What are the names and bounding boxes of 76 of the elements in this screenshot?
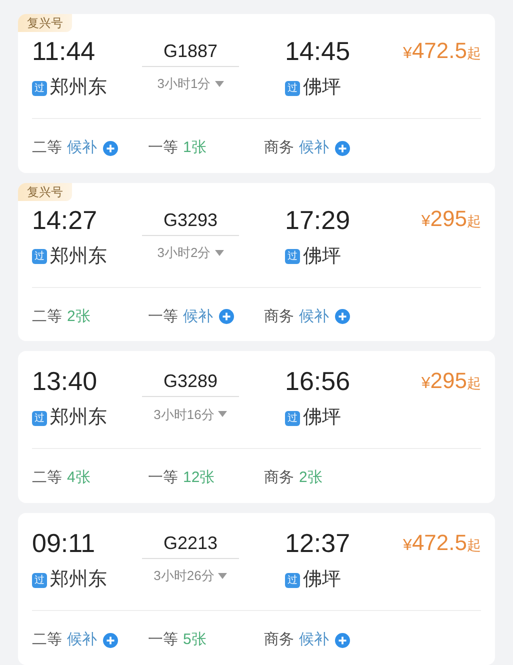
stop-tag: 过	[32, 249, 47, 264]
seat-class: 二等	[32, 468, 62, 488]
station-name: 郑州东	[50, 244, 107, 269]
seat-availability: 候补	[183, 306, 213, 327]
seat-availability: 候补	[67, 630, 97, 650]
seat-availability: 候补	[299, 306, 329, 327]
departure-time: 14:27	[32, 204, 98, 235]
arrival-time: 14:45	[285, 36, 350, 66]
train-number[interactable]: G3289	[142, 367, 239, 398]
train-number[interactable]: G3293	[142, 206, 239, 236]
station-name: 佛坪	[303, 244, 341, 269]
station-name: 佛坪	[303, 568, 341, 592]
trip-duration: 3小时26分	[154, 567, 214, 586]
seat-class: 一等	[148, 306, 178, 327]
seat-class: 二等	[32, 630, 62, 650]
train-number[interactable]: G2213	[142, 529, 239, 560]
seat-class: 二等	[32, 138, 62, 158]
trip-duration: 3小时16分	[154, 406, 214, 424]
seat-availability: 4张	[67, 468, 90, 488]
train-number[interactable]: G1887	[142, 37, 239, 67]
seat-class: 商务	[264, 138, 294, 158]
price: ¥295起	[421, 366, 481, 395]
trip-duration: 3小时1分	[157, 75, 211, 94]
arrival-time: 16:56	[285, 366, 350, 396]
train-card[interactable]: 09:11 G2213 12:37 ¥472.5起 过 郑州东 3小时26分 过 佛坪 二等 候补 一等 5张 商务 候补	[18, 513, 495, 665]
stop-tag: 过	[285, 410, 300, 426]
station-name: 郑州东	[50, 406, 107, 430]
train-card[interactable]: 13:40 G3289 16:56 ¥295起 过 郑州东 3小时16分 过 佛坪 二等 4张 一等 12张 商务 2张	[18, 351, 495, 504]
plus-icon	[335, 309, 350, 324]
seat-class: 一等	[148, 630, 178, 650]
plus-icon	[335, 632, 350, 648]
station-name: 郑州东	[50, 568, 107, 592]
trip-duration: 3小时2分	[157, 244, 211, 262]
seat-availability: 2张	[67, 306, 90, 327]
price: ¥472.5起	[403, 528, 481, 557]
departure-time: 11:44	[32, 36, 96, 66]
arrival-time: 17:29	[285, 204, 350, 235]
train-type-badge: 复兴号	[18, 14, 72, 32]
station-name: 郑州东	[50, 76, 107, 100]
departure-time: 13:40	[32, 366, 98, 396]
stop-tag: 过	[32, 410, 47, 426]
seat-availability: 12张	[183, 468, 215, 488]
station-name: 佛坪	[303, 406, 341, 430]
stop-tag: 过	[32, 572, 47, 588]
seat-availability: 5张	[183, 630, 206, 650]
train-card[interactable]: 复兴号 11:44 G1887 14:45 ¥472.5起 过 郑州东 3小时1分 过 佛坪 二等 候补 一等 1张 商务 候补	[18, 14, 495, 173]
stop-tag: 过	[285, 572, 300, 588]
seat-availability: 候补	[67, 138, 97, 158]
caret-icon[interactable]	[218, 411, 228, 418]
seat-availability: 候补	[299, 630, 329, 650]
seat-class: 商务	[264, 306, 294, 327]
seat-class: 二等	[32, 306, 62, 327]
departure-time: 09:11	[32, 528, 96, 558]
plus-icon	[103, 632, 118, 648]
seat-class: 商务	[264, 630, 294, 650]
stop-tag: 过	[285, 249, 300, 264]
price: ¥295起	[421, 205, 481, 234]
plus-icon	[219, 309, 234, 324]
plus-icon	[335, 140, 350, 156]
caret-icon[interactable]	[214, 250, 224, 256]
price: ¥472.5起	[403, 36, 481, 64]
seat-class: 商务	[264, 468, 294, 488]
seat-availability: 1张	[183, 138, 206, 158]
caret-icon[interactable]	[214, 81, 224, 87]
plus-icon	[103, 140, 118, 156]
train-type-badge: 复兴号	[18, 182, 72, 201]
seat-availability: 候补	[299, 138, 329, 158]
seat-class: 一等	[148, 468, 178, 488]
stop-tag: 过	[32, 80, 47, 96]
station-name: 佛坪	[303, 76, 341, 100]
stop-tag: 过	[285, 80, 300, 96]
seat-class: 一等	[148, 138, 178, 158]
arrival-time: 12:37	[285, 528, 350, 558]
caret-icon[interactable]	[218, 573, 228, 580]
train-card[interactable]: 复兴号 14:27 G3293 17:29 ¥295起 过 郑州东 3小时2分 过 佛坪 二等 2张 一等 候补 商务 候补	[18, 182, 495, 342]
seat-availability: 2张	[299, 468, 322, 488]
